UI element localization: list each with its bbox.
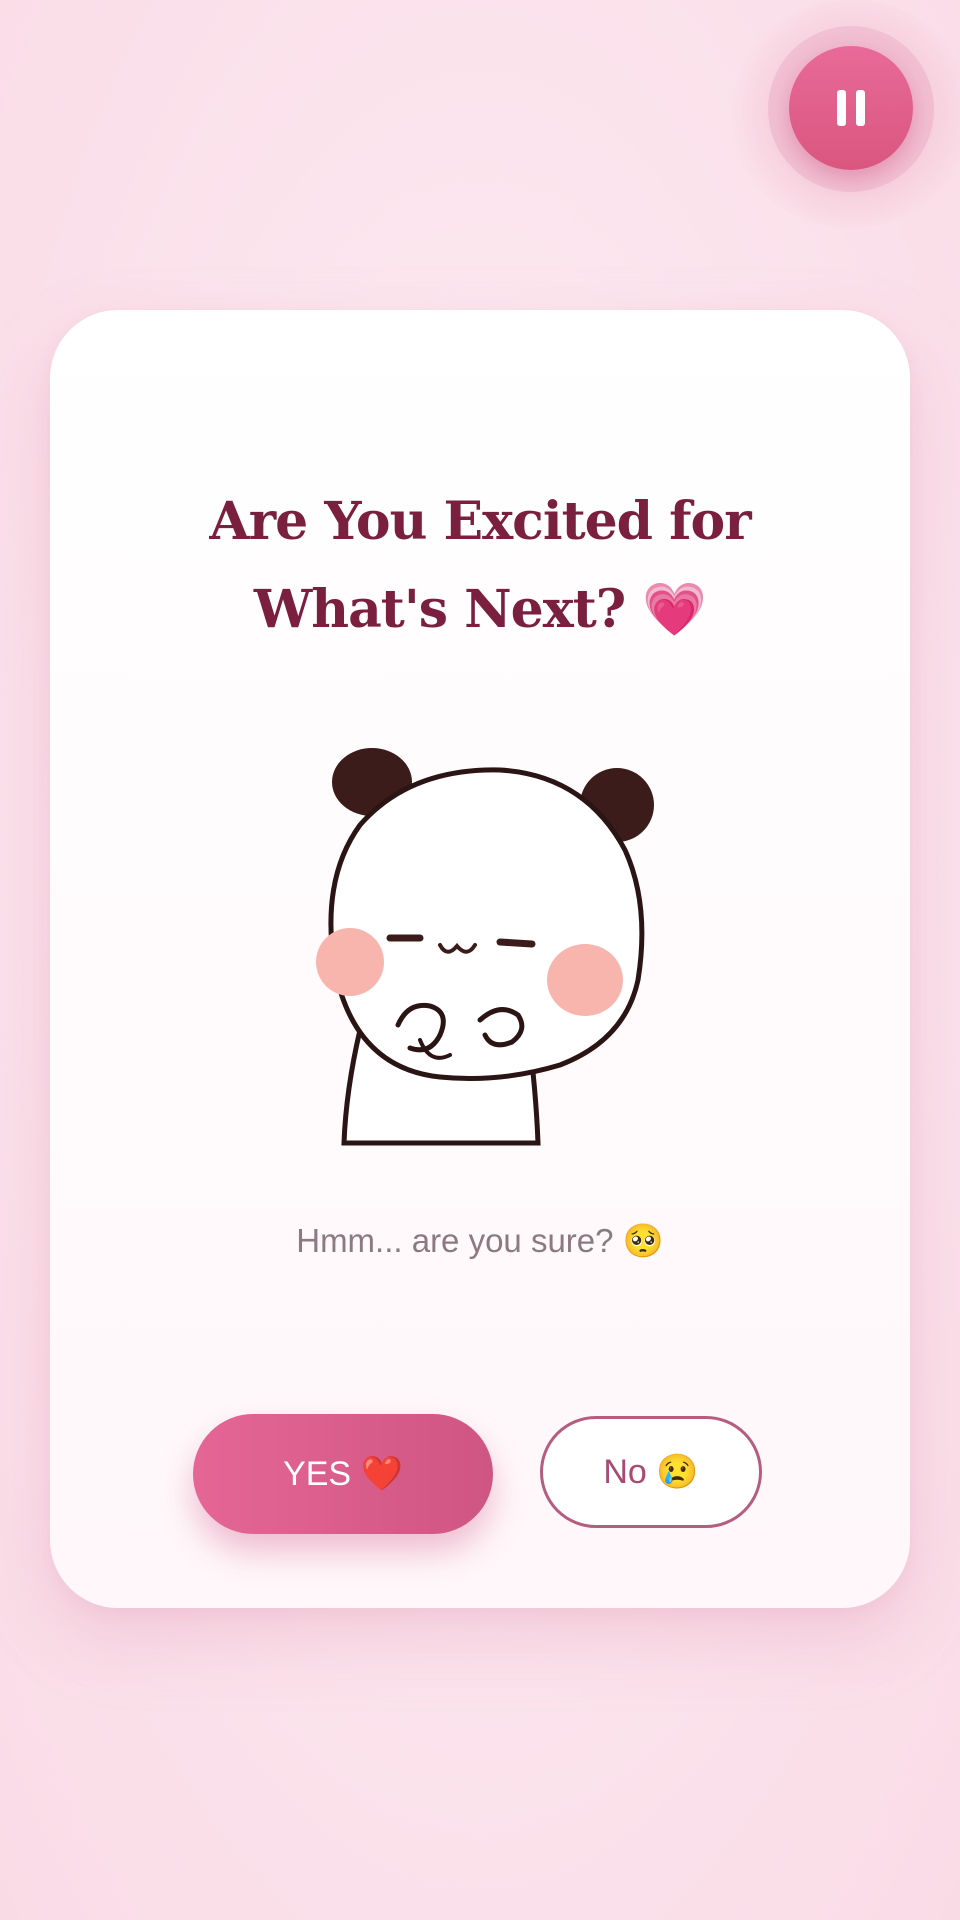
question-card: Are You Excited for What's Next? 💗 Hmm..… — [50, 310, 910, 1608]
yes-button[interactable]: YES ❤️ — [193, 1414, 493, 1534]
prompt-text: Hmm... are you sure? 🥺 — [296, 1222, 664, 1259]
pause-icon — [837, 90, 865, 126]
panda-bear-illustration — [316, 748, 654, 1146]
left-cheek — [316, 928, 384, 996]
no-button[interactable]: No 😢 — [540, 1416, 762, 1528]
right-paw — [477, 1007, 525, 1048]
pause-button[interactable] — [789, 46, 913, 170]
right-cheek — [547, 944, 623, 1016]
right-eye — [496, 938, 536, 948]
question-title: Are You Excited for What's Next? 💗 — [209, 491, 751, 640]
